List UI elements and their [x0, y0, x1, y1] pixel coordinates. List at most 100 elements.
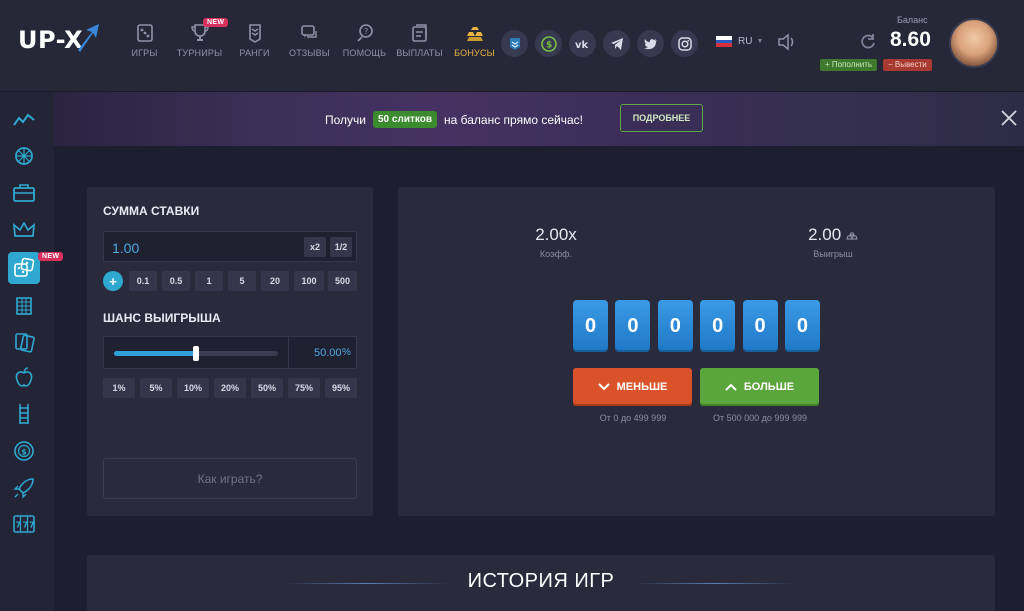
ru-flag-icon: [716, 36, 732, 48]
main-nav: ИГРЫ ТУРНИРЫ NEW РАНГИ ОТЗЫВЫ ? ПОМОЩЬ В…: [118, 18, 503, 58]
double-bet-button[interactable]: x2: [304, 237, 326, 257]
telegram-icon: [610, 37, 623, 50]
sidebar-item-slots[interactable]: 7 7 7: [8, 508, 40, 540]
sidebar-item-cards[interactable]: [8, 326, 40, 358]
sidebar-item-case[interactable]: [8, 177, 40, 209]
chevron-down-icon: ▼: [756, 38, 764, 45]
nav-bonuses[interactable]: БОНУСЫ: [448, 22, 501, 58]
banner-text: Получи 50 слитков на баланс прямо сейчас…: [325, 111, 583, 128]
sound-icon[interactable]: [777, 33, 797, 51]
chance-preset-button[interactable]: 95%: [325, 378, 357, 398]
result-digit: 0: [742, 300, 778, 352]
apple-icon: [15, 367, 33, 387]
quick-amount-button[interactable]: 1: [195, 271, 223, 291]
instagram-link[interactable]: [671, 30, 698, 57]
chance-preset-button[interactable]: 75%: [288, 378, 320, 398]
avatar[interactable]: [949, 18, 999, 68]
chance-preset-button[interactable]: 20%: [214, 378, 246, 398]
sidebar-item-coin[interactable]: $: [8, 435, 40, 467]
more-button-label: БОЛЬШЕ: [743, 381, 795, 393]
twitter-link[interactable]: [637, 30, 664, 57]
svg-text:$: $: [546, 40, 552, 50]
sidebar: NEW $ 7 7 7: [0, 92, 64, 611]
slider-thumb[interactable]: [193, 346, 199, 361]
nav-reviews[interactable]: ОТЗЫВЫ: [283, 22, 336, 58]
vk-icon: vk: [575, 40, 589, 50]
nav-games-label: ИГРЫ: [131, 48, 158, 58]
game-history-section: ИСТОРИЯ ИГР: [87, 555, 995, 611]
quick-amount-button[interactable]: 5: [228, 271, 256, 291]
chance-preset-button[interactable]: 5%: [140, 378, 172, 398]
close-icon[interactable]: [1000, 109, 1018, 127]
banner-details-button[interactable]: ПОДРОБНЕЕ: [620, 104, 703, 132]
vk-link[interactable]: vk: [569, 30, 596, 57]
more-button[interactable]: БОЛЬШЕ: [700, 368, 819, 406]
wheel-icon: [15, 147, 33, 165]
banner-text-before: Получи: [325, 112, 366, 127]
chevron-up-icon: [725, 383, 737, 391]
new-badge: NEW: [203, 18, 229, 27]
chance-preset-button[interactable]: 10%: [177, 378, 209, 398]
bet-amount-input[interactable]: 1.00 x2 1/2: [103, 231, 357, 262]
balance-value: 8.60: [890, 28, 931, 51]
add-bet-button[interactable]: +: [103, 271, 123, 291]
sidebar-item-wheel[interactable]: [8, 140, 40, 172]
win-chance-slider[interactable]: [114, 346, 278, 361]
coefficient-value: 2.00x: [535, 225, 577, 244]
quick-amount-button[interactable]: 0.1: [129, 271, 157, 291]
slots-icon: 7 7 7: [13, 515, 35, 533]
less-button-label: МЕНЬШЕ: [616, 381, 668, 393]
chance-preset-button[interactable]: 1%: [103, 378, 135, 398]
chart-line-icon: [13, 113, 35, 126]
quick-amount-button[interactable]: 500: [328, 271, 357, 291]
promo-banner: Получи 50 слитков на баланс прямо сейчас…: [54, 92, 1024, 146]
quick-amount-button[interactable]: 0.5: [162, 271, 190, 291]
sidebar-item-crash[interactable]: [8, 104, 40, 136]
sidebar-item-dice[interactable]: [8, 252, 40, 284]
nav-tournaments[interactable]: ТУРНИРЫ NEW: [173, 18, 229, 58]
quick-amount-button[interactable]: 20: [261, 271, 289, 291]
nav-payouts[interactable]: ВЫПЛАТЫ: [393, 22, 446, 58]
language-selector[interactable]: RU ▼: [716, 36, 764, 48]
svg-text:7: 7: [29, 521, 35, 530]
half-bet-button[interactable]: 1/2: [330, 237, 352, 257]
win-value-row: 2.00: [788, 225, 878, 245]
chevron-down-icon: [597, 383, 610, 391]
sidebar-item-crown[interactable]: [8, 214, 40, 246]
dollar-refresh-link[interactable]: $: [535, 30, 562, 57]
nav-help[interactable]: ? ПОМОЩЬ: [338, 22, 391, 58]
less-button[interactable]: МЕНЬШЕ: [573, 368, 692, 406]
telegram-link[interactable]: [603, 30, 630, 57]
crown-icon: [13, 222, 35, 237]
chance-preset-button[interactable]: 50%: [251, 378, 283, 398]
sidebar-item-ladder[interactable]: [8, 398, 40, 430]
bet-amount-title: СУММА СТАВКИ: [103, 204, 200, 218]
deposit-button[interactable]: + Пополнить: [820, 59, 878, 71]
language-code: RU: [738, 36, 753, 47]
coefficient-label: Коэфф.: [539, 249, 573, 259]
nav-games[interactable]: ИГРЫ: [118, 22, 171, 58]
less-range-text: От 0 до 499 999: [599, 413, 667, 423]
nav-help-label: ПОМОЩЬ: [342, 48, 387, 58]
sidebar-item-apple[interactable]: [8, 362, 40, 394]
withdraw-button[interactable]: − Вывести: [883, 59, 932, 71]
refresh-icon[interactable]: [859, 33, 877, 51]
win-stat: 2.00 Выигрыш: [788, 225, 878, 259]
instagram-icon: [677, 36, 692, 51]
sidebar-item-rocket[interactable]: [8, 472, 40, 504]
quick-amount-button[interactable]: 100: [294, 271, 324, 291]
nav-ranks[interactable]: РАНГИ: [228, 22, 281, 58]
coefficient-stat: 2.00x Коэфф.: [511, 225, 601, 259]
win-chance-value[interactable]: 50.00: [314, 347, 342, 359]
win-chance-title: ШАНС ВЫИГРЫША: [103, 311, 221, 325]
svg-text:?: ?: [364, 27, 368, 36]
banner-text-after: на баланс прямо сейчас!: [444, 112, 583, 127]
how-to-play-button[interactable]: Как играть?: [103, 458, 357, 499]
svg-text:7: 7: [23, 521, 29, 530]
percent-sign: %: [342, 347, 351, 358]
dice-icon: [14, 257, 35, 277]
game-history-title: ИСТОРИЯ ИГР: [467, 570, 615, 592]
rank-shield-link[interactable]: [501, 30, 528, 57]
sidebar-item-tower[interactable]: [8, 290, 40, 322]
win-chance-control: 50.00 %: [103, 336, 357, 369]
